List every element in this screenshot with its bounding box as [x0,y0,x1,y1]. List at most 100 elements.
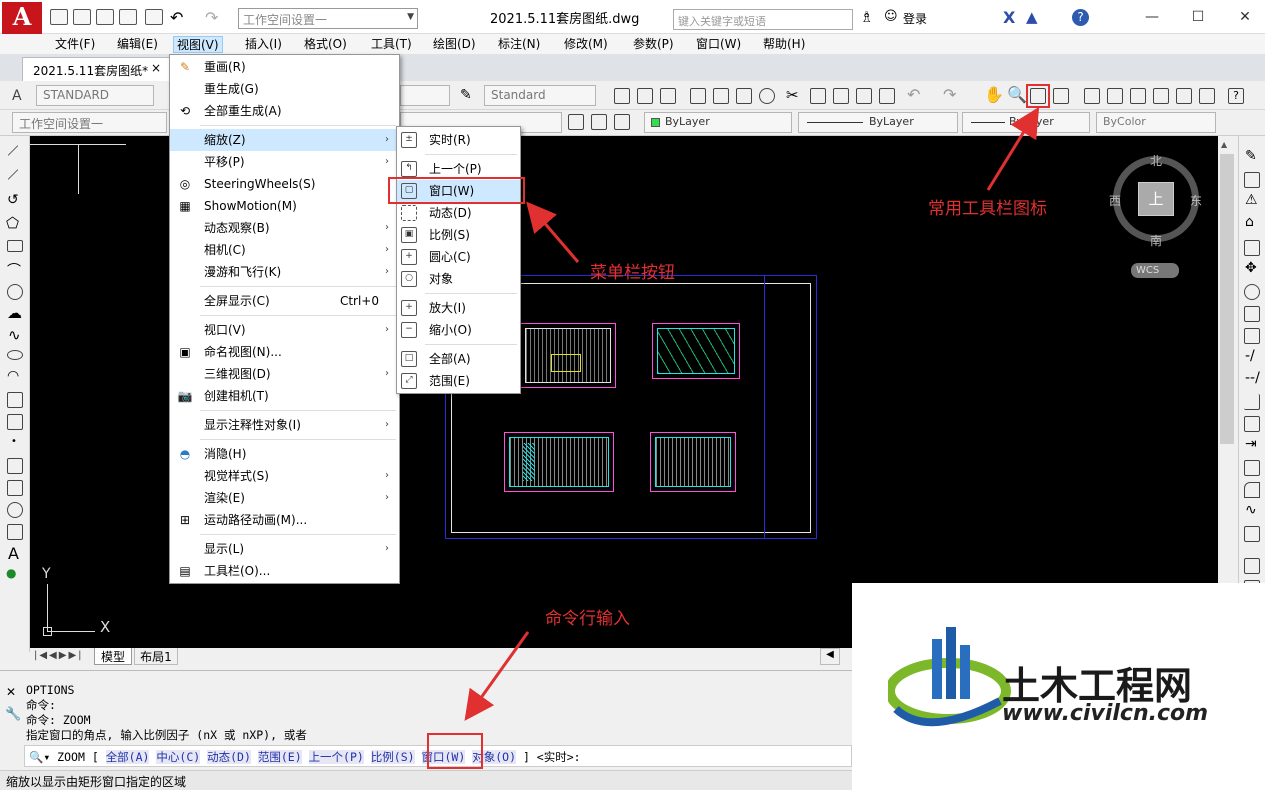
menu-item-pan[interactable]: 平移(P) › [170,151,399,173]
app-logo-button[interactable]: A [2,2,42,34]
option-extents[interactable]: 范围(E) [257,750,302,764]
menu-item-zoom[interactable]: 缩放(Z) › [170,129,399,151]
new-icon[interactable] [614,88,630,104]
spline-icon[interactable]: ∿ [8,326,21,344]
make-current-layer-icon[interactable] [591,114,607,130]
region-icon[interactable] [7,502,23,518]
linetype-combo[interactable]: ByLayer [798,112,958,133]
rectangle-icon[interactable] [7,240,23,252]
menu-item-regen[interactable]: 重生成(G) [170,78,399,100]
menu-item-motion-path[interactable]: ⊞ 运动路径动画(M)... [170,509,399,531]
close-button[interactable]: ✕ [1230,6,1260,28]
user-icon[interactable]: ☺ [884,9,898,24]
draworder-icon[interactable] [1244,558,1260,574]
circle-icon[interactable] [7,284,23,300]
revision-cloud-icon[interactable]: ☁ [7,304,22,322]
zoom-center[interactable]: + 圆心(C) [397,246,520,268]
array-icon[interactable] [1244,240,1260,256]
viewcube-south[interactable]: 南 [1150,232,1162,249]
plot-style-combo[interactable]: ByColor [1096,112,1216,133]
open-file-icon[interactable] [73,9,91,25]
layer-previous-icon[interactable] [614,114,630,130]
menu-item-showmotion[interactable]: ▦ ShowMotion(M) [170,195,399,217]
blend-curves-icon[interactable]: ∿ [1245,502,1257,518]
option-center[interactable]: 中心(C) [156,750,201,764]
scale-icon[interactable] [1244,306,1260,322]
menu-item-orbit[interactable]: 动态观察(B) › [170,217,399,239]
menu-view[interactable]: 视图(V) [173,36,223,53]
exchange-icon[interactable]: X [1003,8,1015,27]
cut-icon[interactable]: ✂ [786,86,799,104]
tab-layout1[interactable]: 布局1 [134,648,178,665]
menu-item-visual-styles[interactable]: 视觉样式(S) › [170,465,399,487]
markup-icon[interactable] [1176,88,1192,104]
menu-item-named-views[interactable]: ▣ 命名视图(N)... [170,341,399,363]
copy-icon[interactable] [810,88,826,104]
line-icon[interactable] [7,145,19,156]
dim-style-combo[interactable]: Standard [484,85,596,106]
polygon-icon[interactable]: ⬠ [6,214,19,232]
menu-draw[interactable]: 绘图(D) [430,36,479,53]
menu-item-steeringwheels[interactable]: ◎ SteeringWheels(S) [170,173,399,195]
menu-modify[interactable]: 修改(M) [561,36,611,53]
table-icon[interactable] [7,524,23,540]
menu-dimension[interactable]: 标注(N) [495,36,543,53]
menu-item-fullscreen[interactable]: 全屏显示(C) Ctrl+0 [170,290,399,312]
zoom-scale[interactable]: ▣ 比例(S) [397,224,520,246]
sheet-set-icon[interactable] [1153,88,1169,104]
erase-icon[interactable]: ✎ [1245,148,1257,164]
new-file-icon[interactable] [50,9,68,25]
menu-edit[interactable]: 编辑(E) [114,36,161,53]
menu-item-display[interactable]: 显示(L) › [170,538,399,560]
insert-block-icon[interactable] [7,392,23,408]
customize-wrench-icon[interactable]: 🔧 [5,707,21,722]
color-combo[interactable]: ByLayer [644,112,792,133]
explode-icon[interactable] [1244,526,1260,542]
workspace-combo-2[interactable]: 工作空间设置一 [12,112,167,133]
stretch-icon[interactable] [1244,328,1260,344]
menu-item-create-camera[interactable]: 📷 创建相机(T) [170,385,399,407]
zoom-in[interactable]: + 放大(I) [397,297,520,319]
undo-icon[interactable]: ↶ [170,8,183,27]
hscroll-left-icon[interactable]: ◀ [820,648,840,665]
viewcube-top-face[interactable]: 上 [1138,182,1174,216]
move-icon[interactable]: ✥ [1245,260,1257,276]
chamfer-icon[interactable] [1244,460,1260,476]
match-properties-icon[interactable] [856,88,872,104]
menu-help[interactable]: 帮助(H) [760,36,808,53]
option-all[interactable]: 全部(A) [105,750,150,764]
print-icon[interactable] [145,9,163,25]
make-block-icon[interactable] [7,414,23,430]
save-toolbar-icon[interactable] [660,88,676,104]
document-tab[interactable]: 2021.5.11套房图纸* × [22,57,170,81]
menu-format[interactable]: 格式(O) [301,36,350,53]
break-icon[interactable] [1244,416,1260,432]
gradient-icon[interactable] [7,480,23,496]
point-icon[interactable]: • [11,436,17,447]
open-icon[interactable] [637,88,653,104]
offset-icon[interactable]: ⌂ [1245,214,1254,230]
search-input[interactable]: 键入关键字或短语 [673,9,853,30]
trim-icon[interactable]: -/ [1245,348,1255,364]
paste-icon[interactable] [833,88,849,104]
autodesk-a360-icon[interactable]: ▲ [1026,8,1038,26]
viewcube-north[interactable]: 北 [1150,152,1162,169]
zoom-previous-icon[interactable] [1053,88,1069,104]
login-button[interactable]: 登录 [903,10,927,27]
save-as-icon[interactable] [119,9,137,25]
menu-item-render[interactable]: 渲染(E) › [170,487,399,509]
multiline-text-icon[interactable]: A [8,544,19,563]
menu-item-3d-views[interactable]: 三维视图(D) › [170,363,399,385]
zoom-extents[interactable]: ⤢ 范围(E) [397,370,520,392]
wcs-button[interactable]: WCS [1131,263,1179,278]
scroll-thumb[interactable] [1220,154,1234,444]
hatch-icon[interactable] [7,458,23,474]
menu-item-annotative-objects[interactable]: 显示注释性对象(I) › [170,414,399,436]
ellipse-icon[interactable] [7,350,23,360]
zoom-realtime[interactable]: ± 实时(R) [397,129,520,151]
help-icon[interactable]: ? [1072,9,1089,26]
menu-file[interactable]: 文件(F) [52,36,98,53]
binoculars-icon[interactable]: ♗ [860,8,873,26]
zoom-out[interactable]: − 缩小(O) [397,319,520,341]
add-selected-icon[interactable]: ● [6,566,16,580]
